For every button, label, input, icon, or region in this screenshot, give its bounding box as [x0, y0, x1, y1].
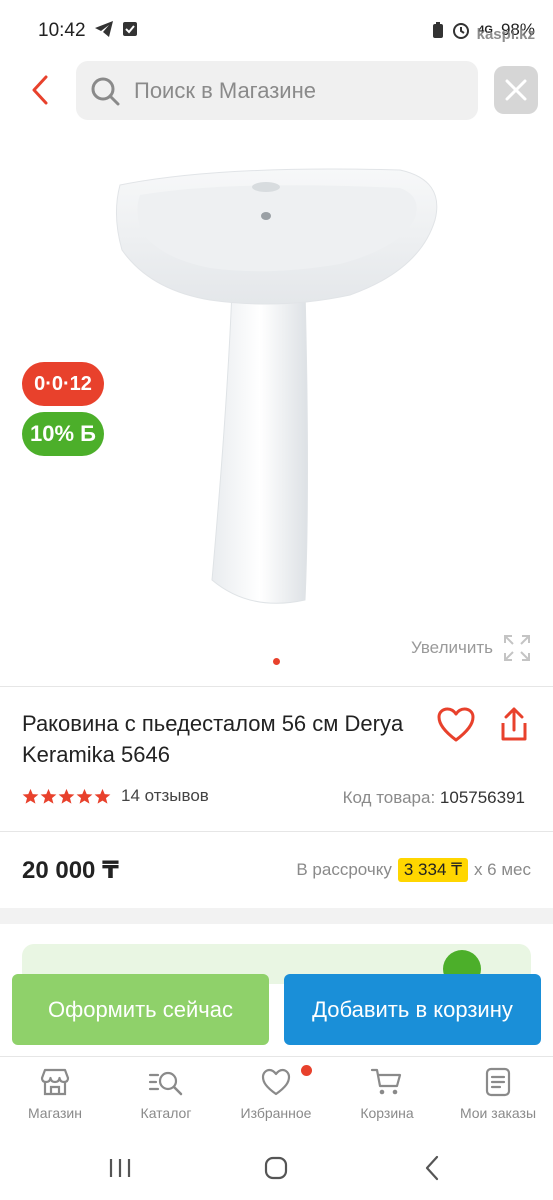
system-navigation	[0, 1136, 553, 1200]
divider	[0, 686, 553, 687]
star-icon	[22, 788, 39, 804]
section-separator	[0, 908, 553, 924]
product-code: Код товара: 105756391	[343, 788, 525, 808]
nav-label: Магазин	[27, 1105, 82, 1121]
recent-apps-icon	[109, 1159, 131, 1177]
chevron-left-icon	[32, 75, 48, 105]
search-icon	[91, 77, 120, 105]
catalog-icon	[148, 1071, 183, 1096]
watermark: kaspi.kz	[476, 26, 535, 43]
installment-info[interactable]: В рассрочку 3 334 ₸ х 6 мес	[296, 858, 531, 882]
status-notification-icons	[94, 20, 138, 38]
status-time: 10:42	[38, 20, 86, 41]
installment-badge: 0·0·12	[22, 362, 104, 406]
status-bar: 10:42 4G 98%	[0, 0, 553, 60]
star-icon	[58, 788, 75, 804]
nav-item-favorites[interactable]: Избранное	[221, 1065, 331, 1121]
recent-apps-button[interactable]	[100, 1152, 140, 1184]
bottom-navigation: Магазин Каталог Избранное Корзина Мои за…	[0, 1056, 553, 1136]
notification-dot	[301, 1065, 312, 1076]
divider	[0, 831, 553, 832]
nav-label: Каталог	[140, 1105, 192, 1121]
heart-icon	[261, 1068, 291, 1096]
search-placeholder: Поиск в Магазине	[134, 77, 316, 103]
bonus-badge: 10% Б	[22, 412, 104, 456]
checkbox-icon	[123, 22, 137, 36]
nav-item-orders[interactable]: Мои заказы	[443, 1067, 553, 1121]
installment-suffix: х 6 мес	[473, 860, 531, 879]
nav-item-catalog[interactable]: Каталог	[111, 1067, 221, 1121]
favorite-button[interactable]	[436, 706, 476, 744]
reviews-link[interactable]: 14 отзывов	[121, 786, 209, 806]
cart-icon	[370, 1068, 402, 1095]
orders-icon	[485, 1067, 511, 1097]
zoom-button[interactable]: Увеличить	[411, 634, 531, 662]
heart-icon	[437, 707, 475, 742]
rating-stars	[22, 788, 111, 805]
share-icon	[501, 707, 527, 741]
close-search-button[interactable]	[494, 66, 538, 114]
nav-label: Избранное	[240, 1105, 312, 1121]
product-image[interactable]	[100, 160, 460, 620]
back-button[interactable]	[22, 72, 58, 108]
product-title: Раковина с пьедесталом 56 см Derya Keram…	[22, 711, 404, 767]
header: Поиск в Магазине	[0, 60, 553, 122]
product-price: 20 000 ₸	[22, 857, 119, 884]
rating-row[interactable]: 14 отзывов	[22, 786, 209, 806]
telegram-icon	[95, 21, 113, 37]
store-icon	[40, 1068, 70, 1096]
expand-icon	[504, 635, 530, 661]
nav-item-cart[interactable]: Корзина	[332, 1067, 442, 1121]
alarm-icon	[453, 23, 470, 39]
zoom-label: Увеличить	[411, 638, 493, 657]
add-to-cart-button[interactable]: Добавить в корзину	[284, 974, 541, 1045]
home-button[interactable]	[256, 1152, 296, 1184]
product-code-value: 105756391	[439, 788, 525, 807]
close-icon	[505, 79, 527, 101]
back-icon	[425, 1155, 439, 1181]
share-button[interactable]	[496, 706, 532, 744]
product-code-label: Код товара:	[342, 788, 436, 807]
battery-saver-icon	[433, 22, 444, 38]
installment-prefix: В рассрочку	[296, 860, 392, 879]
system-back-button[interactable]	[412, 1152, 452, 1184]
star-icon	[40, 788, 57, 804]
installment-amount: 3 334 ₸	[397, 858, 468, 882]
search-input[interactable]: Поиск в Магазине	[76, 61, 478, 120]
checkout-now-button[interactable]: Оформить сейчас	[12, 974, 269, 1045]
star-icon	[76, 788, 93, 804]
nav-label: Корзина	[360, 1105, 414, 1121]
nav-item-store[interactable]: Магазин	[0, 1067, 110, 1121]
star-icon	[94, 788, 111, 804]
nav-label: Мои заказы	[459, 1105, 537, 1121]
home-icon	[264, 1156, 288, 1180]
image-page-indicator	[273, 658, 280, 665]
